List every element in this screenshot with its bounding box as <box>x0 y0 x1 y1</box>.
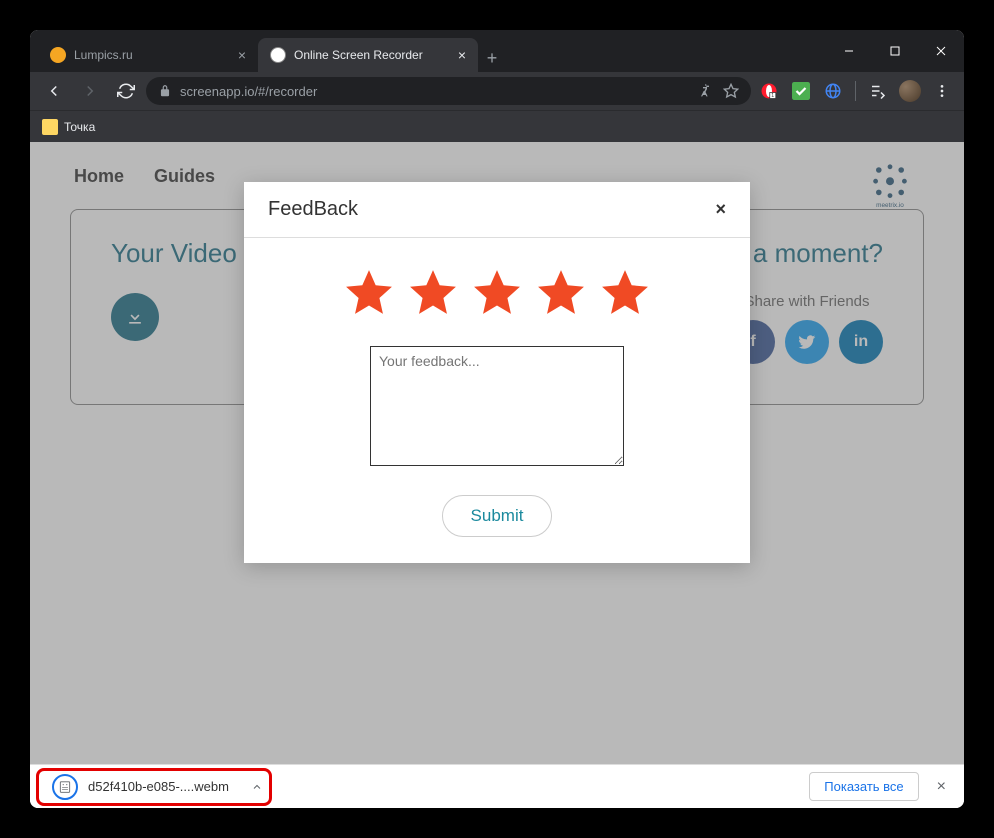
page-content: Home Guides meetrix.io Your Video is re … <box>30 142 964 764</box>
lock-icon <box>158 84 172 98</box>
bookmark-item[interactable]: Точка <box>64 120 95 134</box>
download-filename: d52f410b-e085-....webm <box>88 779 229 794</box>
minimize-button[interactable] <box>826 30 872 72</box>
star-3[interactable] <box>472 268 522 318</box>
file-icon <box>52 774 78 800</box>
extension-check-icon[interactable] <box>787 77 815 105</box>
separator <box>855 81 856 101</box>
favicon-icon <box>50 47 66 63</box>
star-rating <box>268 268 726 318</box>
close-icon[interactable]: × <box>238 47 246 63</box>
close-icon[interactable]: × <box>458 47 466 63</box>
chevron-up-icon[interactable] <box>251 781 263 793</box>
reading-list-icon[interactable] <box>864 77 892 105</box>
titlebar: Lumpics.ru × Online Screen Recorder × + <box>30 30 964 72</box>
close-icon[interactable]: × <box>715 199 726 220</box>
show-all-button[interactable]: Показать все <box>809 772 918 801</box>
reload-button[interactable] <box>110 75 142 107</box>
star-5[interactable] <box>600 268 650 318</box>
address-bar[interactable]: screenapp.io/#/recorder <box>146 77 751 105</box>
tab-screenapp[interactable]: Online Screen Recorder × <box>258 38 478 72</box>
close-button[interactable] <box>918 30 964 72</box>
extension-globe-icon[interactable] <box>819 77 847 105</box>
maximize-button[interactable] <box>872 30 918 72</box>
bookmarks-bar: Точка <box>30 110 964 142</box>
tab-title: Lumpics.ru <box>74 48 133 62</box>
tab-strip: Lumpics.ru × Online Screen Recorder × + <box>30 30 826 72</box>
modal-title: FeedBack <box>268 198 358 221</box>
submit-button[interactable]: Submit <box>442 495 553 537</box>
star-2[interactable] <box>408 268 458 318</box>
url-text: screenapp.io/#/recorder <box>180 84 317 99</box>
downloads-bar: d52f410b-e085-....webm Показать все × <box>30 764 964 808</box>
back-button[interactable] <box>38 75 70 107</box>
svg-text:1: 1 <box>771 93 774 99</box>
tab-lumpics[interactable]: Lumpics.ru × <box>38 38 258 72</box>
star-icon[interactable] <box>723 83 739 99</box>
translate-icon[interactable] <box>697 83 713 99</box>
window-controls <box>826 30 964 72</box>
star-4[interactable] <box>536 268 586 318</box>
favicon-icon <box>270 47 286 63</box>
download-item[interactable]: d52f410b-e085-....webm <box>42 768 273 806</box>
profile-avatar[interactable] <box>896 77 924 105</box>
feedback-modal: FeedBack × Submit <box>244 182 750 563</box>
forward-button[interactable] <box>74 75 106 107</box>
menu-button[interactable] <box>928 77 956 105</box>
browser-window: Lumpics.ru × Online Screen Recorder × + … <box>30 30 964 808</box>
star-1[interactable] <box>344 268 394 318</box>
toolbar: screenapp.io/#/recorder 1 <box>30 72 964 110</box>
new-tab-button[interactable]: + <box>478 44 506 72</box>
folder-icon <box>42 119 58 135</box>
feedback-input[interactable] <box>370 346 624 466</box>
tab-title: Online Screen Recorder <box>294 48 423 62</box>
extension-opera-icon[interactable]: 1 <box>755 77 783 105</box>
close-icon[interactable]: × <box>931 778 952 796</box>
